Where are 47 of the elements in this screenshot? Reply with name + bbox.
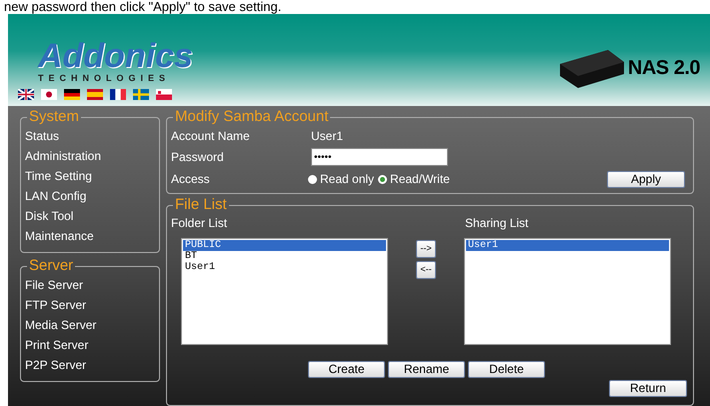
move-button[interactable]: --> xyxy=(416,240,436,258)
menu-link[interactable]: Media Server xyxy=(25,315,96,335)
menu-section-title: System xyxy=(29,108,80,125)
list-item[interactable]: User1 xyxy=(466,240,669,251)
list-label: Folder List xyxy=(171,215,228,232)
menu-link[interactable]: Disk Tool xyxy=(25,206,74,226)
radio-label: Read only xyxy=(320,171,374,188)
apply-button[interactable]: Apply xyxy=(607,170,685,188)
flag-icon[interactable] xyxy=(41,89,57,100)
radio-label: Read/Write xyxy=(390,171,450,188)
field-label: Account Name xyxy=(171,128,251,145)
list-item[interactable]: BT xyxy=(183,251,386,262)
action-button[interactable]: Create xyxy=(308,361,385,378)
logo-text: Addonics xyxy=(38,39,193,73)
action-button[interactable]: Delete xyxy=(468,361,545,378)
return-button[interactable]: Return xyxy=(609,380,687,397)
menu-link[interactable]: LAN Config xyxy=(25,186,86,206)
menu-link[interactable]: Print Server xyxy=(25,335,88,355)
menu-link[interactable]: Time Setting xyxy=(25,166,92,186)
list-item[interactable]: PUBLIC xyxy=(183,240,386,251)
menu-link[interactable]: File Server xyxy=(25,275,84,295)
menu-link[interactable]: Status xyxy=(25,126,60,146)
menu-section-title: Server xyxy=(29,257,74,274)
panel-title: File List xyxy=(175,196,227,213)
menu-link[interactable]: Administration xyxy=(25,146,102,166)
list-box[interactable]: User1 xyxy=(464,238,671,345)
menu-link[interactable]: FTP Server xyxy=(25,295,86,315)
menu-link[interactable]: Maintenance xyxy=(25,226,94,246)
account-name-value: User1 xyxy=(311,128,344,145)
password-field[interactable]: ••••• xyxy=(311,148,448,166)
list-box[interactable]: PUBLIC BT User1 xyxy=(181,238,388,345)
flag-icon[interactable] xyxy=(64,89,80,100)
field-label: Access xyxy=(171,171,211,188)
list-label: Sharing List xyxy=(465,215,528,232)
logo-tagline: TECHNOLOGIES xyxy=(38,73,170,83)
panel-title: Modify Samba Account xyxy=(175,108,328,125)
radio-button[interactable] xyxy=(308,174,317,184)
instruction-text: new password then click "Apply" to save setting. xyxy=(3,0,282,14)
radio-button[interactable] xyxy=(378,174,388,184)
menu-link[interactable]: P2P Server xyxy=(25,355,86,375)
list-item[interactable]: User1 xyxy=(183,262,386,273)
move-button[interactable]: <-- xyxy=(416,261,436,279)
action-button[interactable]: Rename xyxy=(388,361,465,378)
product-name: NAS 2.0 xyxy=(628,56,700,81)
flag-icon[interactable] xyxy=(18,89,34,100)
field-label: Password xyxy=(171,149,225,166)
flag-icon[interactable] xyxy=(110,89,126,100)
